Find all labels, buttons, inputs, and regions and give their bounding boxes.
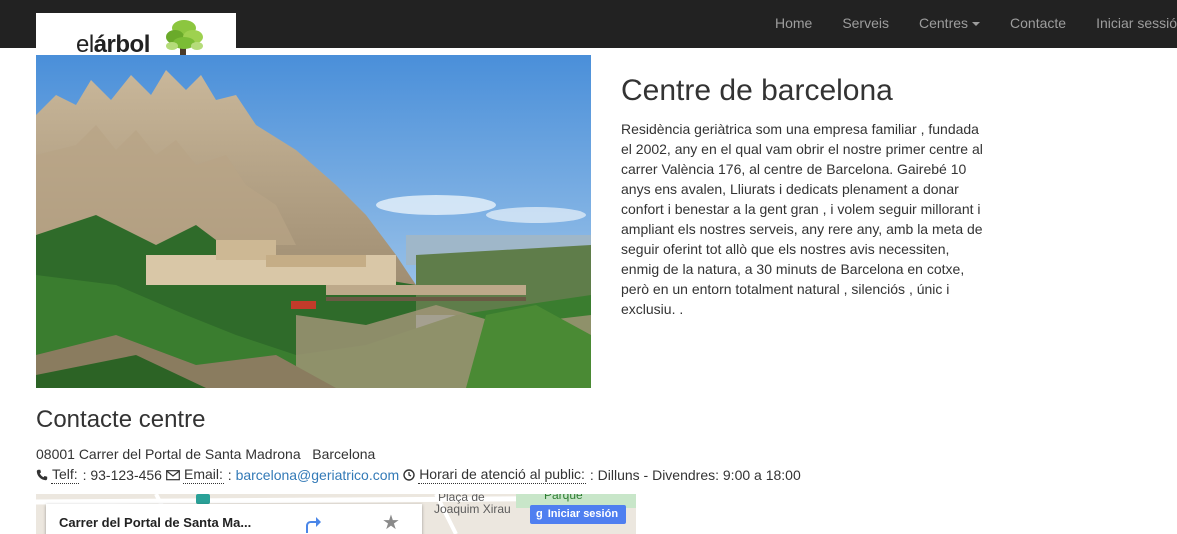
nav-home-link[interactable]: Home bbox=[760, 0, 827, 48]
nav-contacte-link[interactable]: Contacte bbox=[995, 0, 1081, 48]
clock-icon bbox=[403, 468, 415, 481]
email-link[interactable]: barcelona@geriatrico.com bbox=[236, 466, 400, 484]
contact-address: 08001 Carrer del Portal de Santa Madrona… bbox=[36, 446, 376, 462]
center-description: Residència geriàtrica som una empresa fa… bbox=[621, 121, 983, 317]
hours-label: Horari de atenció al public: bbox=[418, 466, 586, 484]
map-label-joaquim-xirau: Joaquim Xirau bbox=[434, 502, 511, 516]
email-colon: : bbox=[223, 466, 236, 483]
google-g-icon: g bbox=[536, 508, 543, 520]
map-login-label: Iniciar sesión bbox=[547, 508, 619, 520]
opening-hours: Dilluns - Divendres: 9:00 a 18:00 bbox=[597, 466, 801, 483]
map-login-button[interactable]: g Iniciar sesión bbox=[530, 505, 627, 524]
phone-label: Telf: bbox=[51, 466, 79, 484]
nav-centres-dropdown[interactable]: Centres bbox=[904, 0, 995, 48]
caret-down-icon bbox=[972, 22, 981, 27]
envelope-icon bbox=[166, 469, 180, 480]
contact-details: Telf: : 93-123-456 Email: : barcelona@ge… bbox=[36, 465, 801, 484]
phone-icon bbox=[36, 469, 48, 480]
map-place-name: Carrer del Portal de Santa Ma... bbox=[59, 515, 252, 530]
nav-serveis-link[interactable]: Serveis bbox=[827, 0, 904, 48]
center-photo bbox=[36, 55, 591, 388]
map-place-card: Carrer del Portal de Santa Ma... ★ bbox=[46, 504, 422, 534]
email-label: Email: bbox=[182, 466, 224, 484]
logo-text-prefix: el bbox=[76, 31, 94, 58]
center-title: Centre de barcelona bbox=[621, 74, 893, 107]
logo-text-bold: árbol bbox=[93, 31, 151, 58]
contact-section-title: Contacte centre bbox=[36, 406, 206, 433]
nav-links: Home Serveis Centres Contacte Iniciar se… bbox=[760, 0, 1177, 48]
nav-centres-label: Centres bbox=[919, 15, 969, 31]
hours-colon: : bbox=[585, 466, 598, 483]
map-label-parque: Parque bbox=[544, 494, 583, 502]
directions-icon[interactable] bbox=[302, 515, 322, 534]
nav-login-link[interactable]: Iniciar sessió bbox=[1081, 0, 1177, 48]
phone-colon: : bbox=[78, 466, 91, 483]
location-map[interactable]: Plaça de Joaquim Xirau Parque Carrer del… bbox=[36, 494, 636, 534]
star-icon[interactable]: ★ bbox=[382, 513, 400, 533]
phone-number: 93-123-456 bbox=[90, 466, 162, 483]
monastery-mountain-image bbox=[36, 55, 591, 388]
